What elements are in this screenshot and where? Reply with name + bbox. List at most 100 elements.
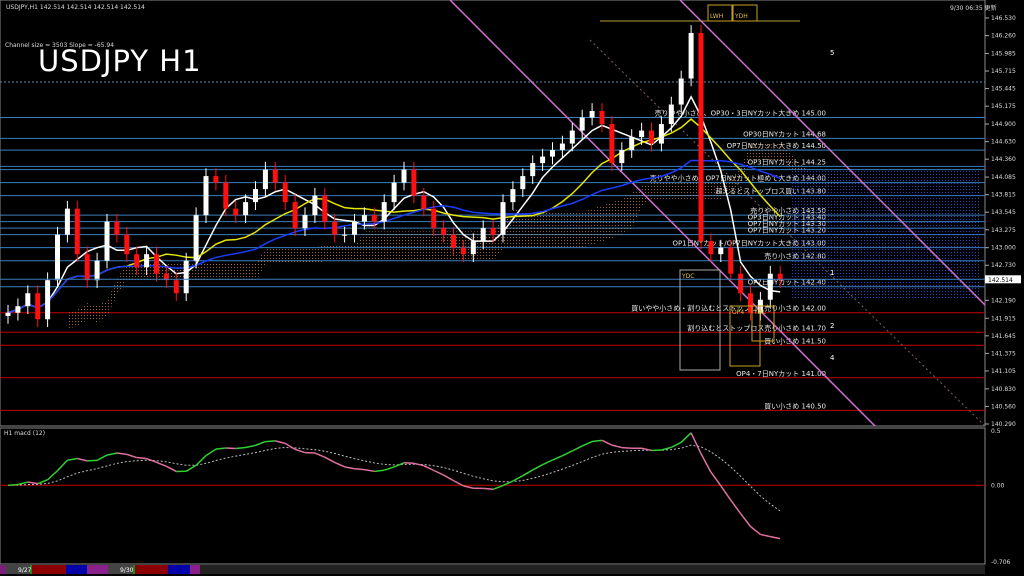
y-tick-label: 144.360 — [991, 156, 1016, 163]
candle-body — [718, 247, 724, 255]
y-tick-label: 143.000 — [991, 245, 1016, 252]
level-label: 買いやや小さめ・割り込むとストップロス売り小さめ 142.00 — [631, 304, 826, 313]
y-tick-label: 144.900 — [991, 121, 1016, 128]
current-price-label: 142.514 — [988, 277, 1013, 284]
macd-line-segment — [7, 483, 18, 487]
candle-body — [15, 306, 21, 313]
wave-label: 2 — [830, 322, 834, 330]
y-tick-label: 145.175 — [991, 103, 1016, 110]
candle-body — [540, 156, 546, 164]
y-tick-label: 143.275 — [991, 227, 1016, 234]
wave-label: 1 — [830, 269, 834, 277]
updated-time: 9/30 06:35 更新 — [950, 5, 997, 12]
candle-body — [451, 234, 456, 248]
candle-body — [342, 234, 348, 236]
candle-body — [619, 150, 625, 164]
marker-label: LWH — [710, 13, 723, 20]
y-tick-label: 145.445 — [991, 86, 1016, 93]
macd-line-segment — [740, 513, 752, 527]
candle-body — [658, 124, 664, 144]
macd-line-segment — [255, 440, 266, 447]
y-tick-label: 145.985 — [991, 50, 1016, 57]
wave-label: 5 — [830, 49, 834, 57]
macd-line-segment — [245, 444, 256, 449]
macd-tick-label: 0.00 — [991, 482, 1005, 489]
candle-body — [25, 293, 31, 307]
usdjpy-chart[interactable]: 売りやや小さめ、OP30・3日NYカット大きめ 145.00OP30日NYカット… — [0, 0, 1024, 576]
macd-line-segment — [185, 464, 197, 472]
macd-line-segment — [690, 432, 702, 454]
candle-body — [668, 104, 674, 125]
macd-line-segment — [621, 446, 632, 449]
y-tick-label: 143.545 — [991, 209, 1016, 216]
macd-line-segment — [542, 459, 553, 466]
macd-line-segment — [571, 445, 583, 452]
candle-body — [530, 163, 536, 177]
candle-body — [480, 228, 486, 242]
candle-body — [272, 169, 278, 183]
candle-body — [371, 215, 377, 222]
macd-signal-line — [7, 444, 781, 512]
macd-line-segment — [403, 462, 414, 465]
macd-line-segment — [522, 469, 534, 477]
marker-label: YDL — [753, 309, 766, 316]
macd-line-segment — [492, 484, 504, 490]
macd-line-segment — [17, 481, 28, 486]
candle-body — [639, 130, 645, 138]
candle-body — [559, 143, 565, 151]
macd-line-segment — [680, 432, 692, 443]
candle-body — [322, 195, 328, 222]
candle-body — [460, 247, 466, 255]
macd-line-segment — [37, 479, 48, 485]
candle-body — [649, 130, 654, 144]
marker-label: YDC — [681, 273, 694, 280]
time-bar-segment — [87, 565, 108, 574]
chart-big-title: USDJPY H1 — [38, 44, 202, 78]
candle-body — [134, 254, 140, 268]
macd-line-segment — [106, 452, 118, 456]
macd-line-segment — [423, 465, 435, 472]
macd-line-segment — [592, 439, 603, 443]
candle-body — [45, 280, 51, 320]
macd-line-segment — [374, 469, 385, 473]
macd-line-segment — [611, 444, 622, 449]
macd-line-segment — [700, 453, 712, 473]
candle-body — [233, 208, 239, 216]
macd-line-segment — [146, 457, 157, 464]
macd-line-segment — [720, 485, 732, 501]
y-tick-label: 140.290 — [991, 421, 1016, 428]
macd-line-segment — [235, 446, 246, 450]
candle-body — [262, 169, 268, 190]
time-bar-segment — [200, 565, 985, 574]
y-tick-label: 145.715 — [991, 68, 1016, 75]
candle-body — [728, 247, 734, 274]
candle-body — [569, 130, 575, 144]
macd-line-segment — [334, 461, 345, 468]
candle-body — [441, 228, 447, 235]
candle-body — [629, 137, 635, 151]
candle-body — [579, 117, 585, 131]
candle-body — [381, 202, 387, 222]
symbol-ohlc-line: USDJPY,H1 142.514 142.514 142.514 142.51… — [6, 4, 145, 11]
candle-body — [35, 293, 41, 320]
candle-body — [599, 111, 605, 125]
macd-line-segment — [581, 440, 593, 447]
candle-body — [738, 273, 744, 294]
candle-body — [84, 254, 90, 281]
time-bar-segment — [66, 565, 87, 574]
time-bar-segment — [168, 565, 190, 574]
candle-body — [55, 234, 60, 281]
macd-tick-label: -0.706 — [991, 559, 1011, 566]
candle-body — [510, 189, 516, 203]
level-label: OP4・7日NYカット 141.00 — [736, 370, 826, 378]
level-label: 割り込むとストップロス売り小さめ 141.70 — [687, 323, 826, 332]
macd-line-segment — [156, 461, 167, 468]
candle-body — [302, 215, 308, 229]
macd-line-segment — [552, 455, 563, 461]
candle-body — [421, 195, 427, 209]
y-tick-label: 141.915 — [991, 315, 1016, 322]
macd-line-segment — [364, 468, 375, 473]
macd-line-segment — [601, 439, 613, 446]
y-tick-label: 140.560 — [991, 403, 1016, 410]
time-label-2: 9/30 — [120, 567, 134, 574]
